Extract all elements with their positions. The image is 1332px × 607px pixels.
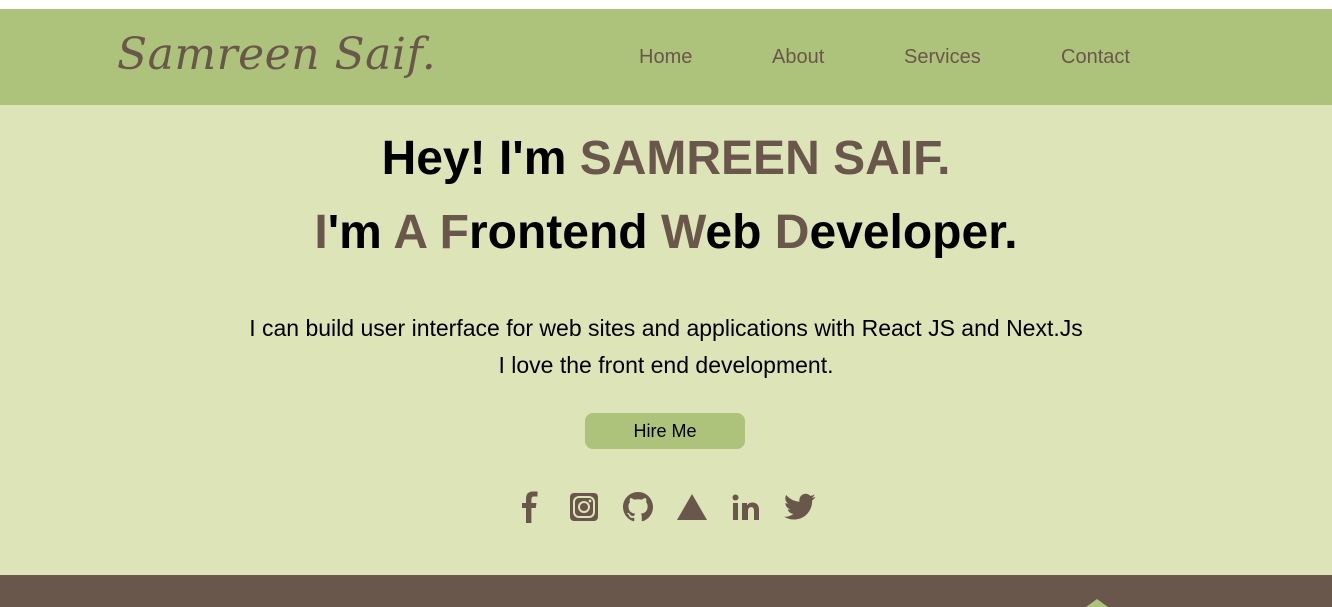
- instagram-icon: [570, 493, 598, 521]
- triangle-icon: [677, 494, 707, 520]
- site-logo[interactable]: Samreen Saif.: [117, 29, 436, 80]
- hero-description: I can build user interface for web sites…: [0, 310, 1332, 384]
- role-letter-f: F: [439, 206, 469, 259]
- nav-link-contact[interactable]: Contact: [1061, 46, 1130, 69]
- hire-me-button[interactable]: Hire Me: [585, 413, 745, 449]
- top-strip: [0, 0, 1332, 9]
- nav-link-home[interactable]: Home: [639, 46, 692, 69]
- scroll-top-icon[interactable]: [1086, 599, 1108, 607]
- hero-name: SAMREEN SAIF.: [579, 132, 951, 185]
- hero-headline: Hey! I'm SAMREEN SAIF.: [0, 132, 1332, 186]
- linkedin-icon: [732, 494, 759, 520]
- description-line-2: I love the front end development.: [498, 352, 834, 378]
- facebook-link[interactable]: [512, 489, 548, 525]
- hero-section: Hey! I'm SAMREEN SAIF. I'm A Frontend We…: [0, 105, 1332, 575]
- github-icon: [623, 492, 653, 522]
- twitter-icon: [784, 493, 816, 520]
- nav-link-about[interactable]: About: [772, 46, 824, 69]
- triangle-link[interactable]: [674, 489, 710, 525]
- nav-link-services[interactable]: Services: [904, 46, 981, 69]
- hero-role: I'm A Frontend Web Developer.: [0, 206, 1332, 260]
- role-text: eveloper.: [809, 206, 1018, 259]
- site-header: Samreen Saif. Home About Services Contac…: [0, 9, 1332, 105]
- role-letter-i: I: [314, 206, 328, 259]
- instagram-link[interactable]: [566, 489, 602, 525]
- role-letter-a: A: [393, 206, 427, 259]
- role-text: rontend: [468, 206, 661, 259]
- greeting-text: Hey! I'm: [381, 132, 580, 185]
- role-letter-d: D: [774, 206, 810, 259]
- description-line-1: I can build user interface for web sites…: [249, 315, 1083, 341]
- social-links: [0, 489, 1332, 525]
- facebook-icon: [522, 491, 538, 523]
- twitter-link[interactable]: [782, 489, 818, 525]
- linkedin-link[interactable]: [728, 489, 764, 525]
- github-link[interactable]: [620, 489, 656, 525]
- role-letter-w: W: [660, 206, 706, 259]
- role-text: [426, 206, 439, 259]
- role-text: eb: [705, 206, 775, 259]
- site-footer: [0, 575, 1332, 607]
- role-text: 'm: [327, 206, 394, 259]
